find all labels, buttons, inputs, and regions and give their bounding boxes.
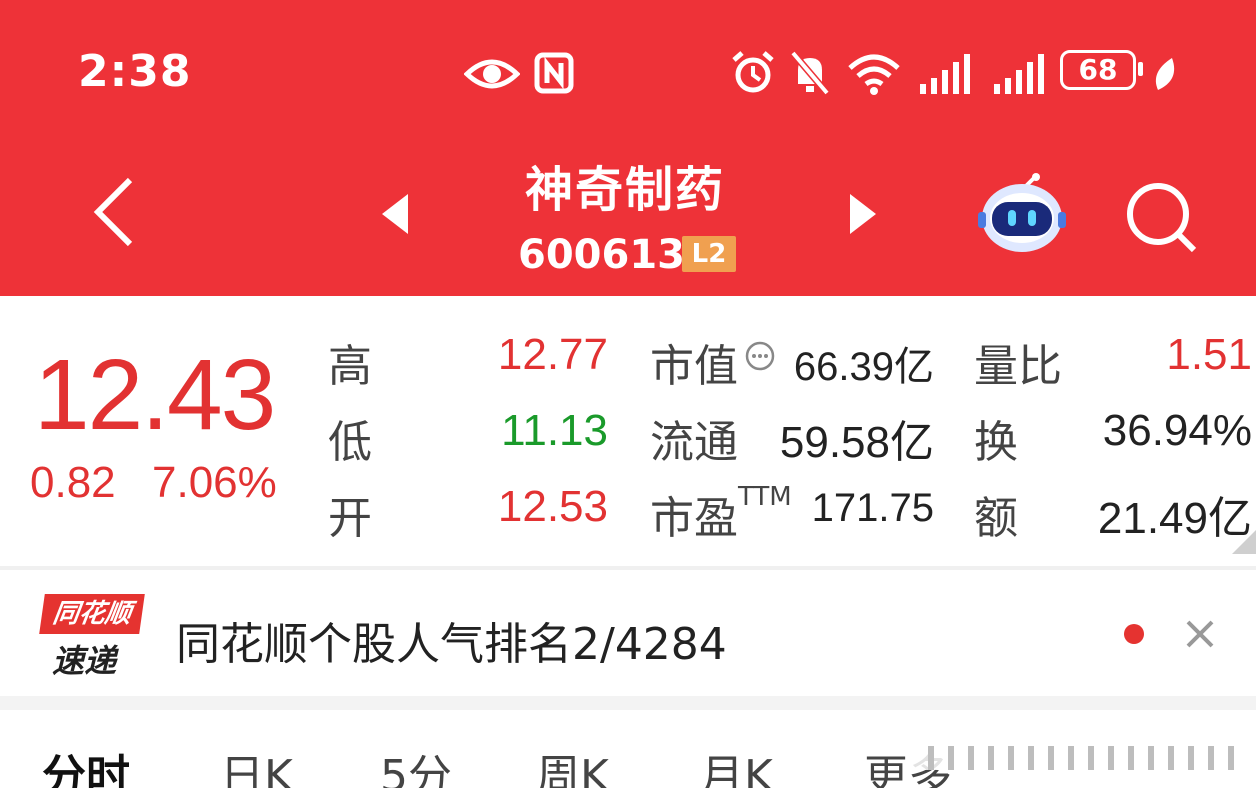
signal-icon bbox=[994, 54, 1044, 94]
divider bbox=[0, 566, 1256, 570]
alarm-icon bbox=[732, 51, 774, 93]
tab-intraday[interactable]: 分时 bbox=[42, 740, 130, 788]
pe-label-text: 市盈 bbox=[650, 493, 738, 544]
battery-icon: 68 bbox=[1060, 50, 1136, 90]
stock-name[interactable]: 神奇制药 bbox=[470, 150, 780, 220]
low-value: 11.13 bbox=[501, 406, 608, 455]
price-change: 0.82 bbox=[30, 458, 116, 507]
app-header: 2:38 68 神奇制药 600613 L2 bbox=[0, 0, 1256, 296]
news-logo: 同花顺 速递 bbox=[39, 594, 145, 680]
pe-label-suffix: TTM bbox=[738, 482, 792, 512]
turnover-value: 36.94% bbox=[1102, 406, 1252, 455]
amount-label: 额 bbox=[974, 493, 1018, 544]
nfc-icon bbox=[534, 52, 574, 94]
current-price: 12.43 bbox=[34, 339, 276, 451]
tab-monthly-k[interactable]: 月K bbox=[700, 740, 773, 788]
close-icon[interactable] bbox=[1180, 614, 1220, 654]
logo-top-text: 同花顺 bbox=[39, 594, 145, 634]
open-label: 开 bbox=[328, 493, 372, 544]
stock-code: 600613 bbox=[518, 232, 685, 278]
news-headline[interactable]: 同花顺个股人气排名2/4284 bbox=[176, 608, 727, 672]
tab-5min[interactable]: 5分 bbox=[380, 740, 452, 788]
float-label: 流通 bbox=[650, 417, 738, 468]
mktcap-label: 市值 bbox=[650, 341, 738, 392]
high-label: 高 bbox=[328, 341, 372, 392]
search-icon[interactable] bbox=[1124, 180, 1200, 256]
expand-corner-icon[interactable] bbox=[1232, 530, 1256, 554]
leaf-icon bbox=[1155, 58, 1175, 90]
logo-bottom-text: 速递 bbox=[52, 642, 117, 680]
vol-ratio-label: 量比 bbox=[974, 341, 1062, 392]
bell-off-icon bbox=[790, 50, 830, 96]
tab-daily-k[interactable]: 日K bbox=[220, 740, 293, 788]
watermark-stripes bbox=[908, 742, 1248, 770]
vol-ratio-value: 1.51 bbox=[1166, 330, 1252, 379]
mktcap-value: 66.39亿 bbox=[793, 345, 934, 389]
low-label: 低 bbox=[328, 417, 372, 468]
battery-tip bbox=[1138, 62, 1143, 76]
float-value: 59.58亿 bbox=[779, 418, 934, 467]
turnover-label: 换 bbox=[974, 417, 1018, 468]
status-icons: 68 bbox=[460, 44, 1200, 104]
level-badge[interactable]: L2 bbox=[682, 236, 736, 272]
price-change-pct: 7.06% bbox=[152, 458, 277, 507]
status-time: 2:38 bbox=[78, 46, 192, 97]
amount-value: 21.49亿 bbox=[1097, 494, 1252, 543]
eye-icon bbox=[464, 59, 520, 89]
unread-dot bbox=[1124, 624, 1144, 644]
section-gap bbox=[0, 696, 1256, 710]
back-arrow-icon[interactable] bbox=[84, 172, 144, 252]
tab-weekly-k[interactable]: 周K bbox=[536, 740, 609, 788]
next-stock-icon[interactable] bbox=[844, 192, 880, 236]
pe-label: 市盈TTM bbox=[650, 482, 792, 546]
prev-stock-icon[interactable] bbox=[378, 192, 414, 236]
pe-value: 171.75 bbox=[811, 486, 934, 530]
wifi-icon bbox=[848, 54, 900, 95]
robot-assistant-icon[interactable] bbox=[976, 172, 1068, 256]
signal-icon bbox=[920, 54, 970, 94]
high-value: 12.77 bbox=[497, 330, 608, 379]
open-value: 12.53 bbox=[497, 482, 608, 531]
more-info-icon[interactable] bbox=[744, 340, 776, 372]
